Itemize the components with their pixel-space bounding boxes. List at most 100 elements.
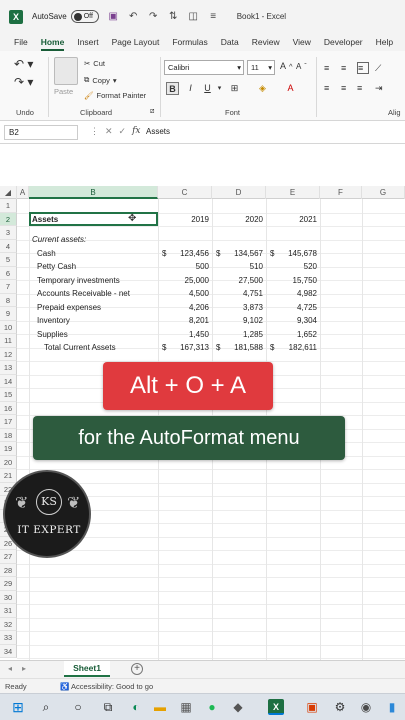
row-header-27[interactable]: 27 <box>0 550 17 564</box>
row-header-13[interactable]: 13 <box>0 361 17 375</box>
column-header-a[interactable]: A <box>17 186 29 199</box>
italic-button[interactable]: I <box>184 82 197 95</box>
tab-file[interactable]: File <box>14 37 28 51</box>
edge-icon[interactable]: ◐ <box>128 699 144 715</box>
cell-d6[interactable]: 27,500 <box>212 276 263 285</box>
font-color-icon[interactable]: A <box>284 82 297 95</box>
cell-e6[interactable]: 15,750 <box>266 276 317 285</box>
row-header-19[interactable]: 19 <box>0 442 17 456</box>
row-header-20[interactable]: 20 <box>0 455 17 469</box>
paste-label[interactable]: Paste <box>54 87 73 96</box>
row-header-2[interactable]: 2 <box>0 212 17 226</box>
cell-e11[interactable]: 182,611 <box>266 343 317 352</box>
column-header-b[interactable]: B <box>29 186 158 199</box>
align-right-icon[interactable]: ≡ <box>357 83 369 93</box>
clipboard-launcher-icon[interactable]: ⧄ <box>150 108 154 116</box>
decrease-font-icon[interactable]: Aˇ <box>296 62 307 71</box>
align-top-icon[interactable]: ≡ <box>324 63 336 73</box>
align-center-icon[interactable]: ≡ <box>341 83 353 93</box>
row-header-16[interactable]: 16 <box>0 401 17 415</box>
cell-c5[interactable]: 500 <box>158 262 209 271</box>
app-icon[interactable]: ▮ <box>384 699 400 715</box>
app-icon[interactable]: ◆ <box>230 699 246 715</box>
tab-insert[interactable]: Insert <box>77 37 98 51</box>
cell-c10[interactable]: 1,450 <box>158 330 209 339</box>
task-view-icon[interactable]: ⧉ <box>100 699 116 715</box>
chevron-down-icon[interactable]: ▾ <box>213 82 226 95</box>
column-header-e[interactable]: E <box>266 186 320 199</box>
row-header-10[interactable]: 10 <box>0 320 17 334</box>
cut-button[interactable]: ✂ Cut <box>84 59 105 68</box>
file-explorer-icon[interactable]: ▬ <box>152 699 168 715</box>
align-bottom-icon[interactable]: ≡ <box>357 62 369 74</box>
row-header-30[interactable]: 30 <box>0 590 17 604</box>
cell-d9[interactable]: 9,102 <box>212 316 263 325</box>
tab-data[interactable]: Data <box>221 37 239 51</box>
powerpoint-icon[interactable]: ▣ <box>304 699 320 715</box>
row-header-17[interactable]: 17 <box>0 415 17 429</box>
borders-icon[interactable]: ⊞ <box>228 82 241 95</box>
row-header-5[interactable]: 5 <box>0 253 17 267</box>
cell-b8[interactable]: Prepaid expenses <box>37 303 101 312</box>
cell-d11[interactable]: 181,588 <box>212 343 263 352</box>
align-left-icon[interactable]: ≡ <box>324 83 336 93</box>
row-header-7[interactable]: 7 <box>0 280 17 294</box>
store-icon[interactable]: ▦ <box>178 699 194 715</box>
cell-c2[interactable]: 2019 <box>158 215 209 224</box>
search-icon[interactable]: ⌕ <box>38 699 54 715</box>
cell-c8[interactable]: 4,206 <box>158 303 209 312</box>
cell-e5[interactable]: 520 <box>266 262 317 271</box>
tab-formulas[interactable]: Formulas <box>172 37 207 51</box>
save-icon[interactable]: ▣ <box>108 11 119 22</box>
row-header-11[interactable]: 11 <box>0 334 17 348</box>
spotify-icon[interactable]: ● <box>204 699 220 715</box>
cell-d10[interactable]: 1,285 <box>212 330 263 339</box>
app-icon[interactable]: ◉ <box>358 699 374 715</box>
cell-c4[interactable]: 123,456 <box>158 249 209 258</box>
orientation-icon[interactable]: ⟋ <box>375 63 387 73</box>
cell-c11[interactable]: 167,313 <box>158 343 209 352</box>
tab-home[interactable]: Home <box>40 37 65 51</box>
add-sheet-button[interactable]: + <box>131 663 143 675</box>
undo-icon[interactable]: ↶ <box>128 11 139 22</box>
cell-e9[interactable]: 9,304 <box>266 316 317 325</box>
indent-icon[interactable]: ⇥ <box>375 83 387 93</box>
settings-icon[interactable]: ⚙ <box>332 699 348 715</box>
sheet-nav-left-icon[interactable]: ◂ <box>8 664 12 673</box>
redo-icon[interactable]: ↷ <box>148 11 159 22</box>
font-name-select[interactable]: Calibri ▾ <box>164 60 244 75</box>
cancel-icon[interactable]: ✕ <box>105 126 113 137</box>
formula-input[interactable]: Assets <box>146 127 170 136</box>
cell-e8[interactable]: 4,725 <box>266 303 317 312</box>
customize-toolbar-icon[interactable]: ≡ <box>208 11 219 22</box>
row-header-6[interactable]: 6 <box>0 266 17 280</box>
column-header-f[interactable]: F <box>320 186 362 199</box>
tab-review[interactable]: Review <box>252 37 280 51</box>
cell-c7[interactable]: 4,500 <box>158 289 209 298</box>
tab-view[interactable]: View <box>293 37 311 51</box>
row-header-15[interactable]: 15 <box>0 388 17 402</box>
cortana-icon[interactable]: ○ <box>70 699 86 715</box>
cell-b5[interactable]: Petty Cash <box>37 262 76 271</box>
cell-b7[interactable]: Accounts Receivable - net <box>37 289 130 298</box>
cell-d7[interactable]: 4,751 <box>212 289 263 298</box>
cell-b9[interactable]: Inventory <box>37 316 70 325</box>
cell-b6[interactable]: Temporary investments <box>37 276 120 285</box>
column-header-c[interactable]: C <box>158 186 212 199</box>
enter-icon[interactable]: ✓ <box>119 126 127 137</box>
excel-taskbar-icon[interactable]: X <box>268 699 284 715</box>
row-header-4[interactable]: 4 <box>0 239 17 253</box>
insert-function-icon[interactable]: fx <box>132 126 140 137</box>
cell-d2[interactable]: 2020 <box>212 215 263 224</box>
sort-icon[interactable]: ⇅ <box>168 11 179 22</box>
cell-c6[interactable]: 25,000 <box>158 276 209 285</box>
row-header-8[interactable]: 8 <box>0 293 17 307</box>
windows-start-icon[interactable]: ⊞ <box>10 699 26 715</box>
cell-e4[interactable]: 145,678 <box>266 249 317 258</box>
row-header-29[interactable]: 29 <box>0 577 17 591</box>
cell-c9[interactable]: 8,201 <box>158 316 209 325</box>
column-header-g[interactable]: G <box>362 186 405 199</box>
format-painter-button[interactable]: 🖌 Format Painter <box>84 91 146 100</box>
bold-button[interactable]: B <box>166 82 179 95</box>
row-header-18[interactable]: 18 <box>0 428 17 442</box>
